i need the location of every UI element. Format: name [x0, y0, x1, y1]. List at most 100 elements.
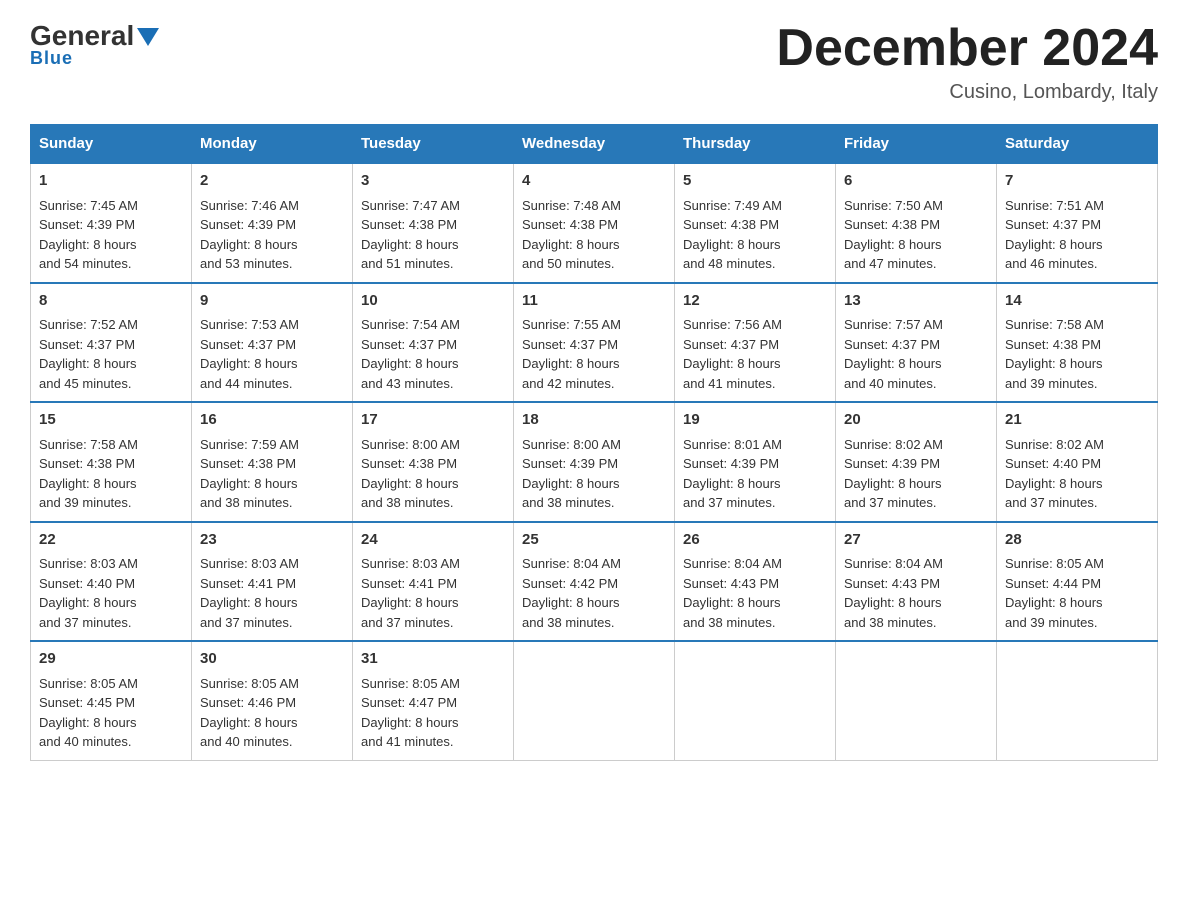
day-info: Sunrise: 8:04 AMSunset: 4:43 PMDaylight:…: [844, 556, 943, 630]
table-row: 29 Sunrise: 8:05 AMSunset: 4:45 PMDaylig…: [31, 641, 192, 760]
day-info: Sunrise: 7:49 AMSunset: 4:38 PMDaylight:…: [683, 198, 782, 272]
table-row: [997, 641, 1158, 760]
table-row: 25 Sunrise: 8:04 AMSunset: 4:42 PMDaylig…: [514, 522, 675, 642]
logo-triangle-icon: [137, 28, 159, 46]
day-info: Sunrise: 7:58 AMSunset: 4:38 PMDaylight:…: [39, 437, 138, 511]
table-row: 14 Sunrise: 7:58 AMSunset: 4:38 PMDaylig…: [997, 283, 1158, 403]
table-row: 5 Sunrise: 7:49 AMSunset: 4:38 PMDayligh…: [675, 163, 836, 283]
table-row: 31 Sunrise: 8:05 AMSunset: 4:47 PMDaylig…: [353, 641, 514, 760]
header-sunday: Sunday: [31, 125, 192, 164]
day-info: Sunrise: 7:51 AMSunset: 4:37 PMDaylight:…: [1005, 198, 1104, 272]
day-info: Sunrise: 8:01 AMSunset: 4:39 PMDaylight:…: [683, 437, 782, 511]
table-row: 16 Sunrise: 7:59 AMSunset: 4:38 PMDaylig…: [192, 402, 353, 522]
table-row: 17 Sunrise: 8:00 AMSunset: 4:38 PMDaylig…: [353, 402, 514, 522]
table-row: 21 Sunrise: 8:02 AMSunset: 4:40 PMDaylig…: [997, 402, 1158, 522]
header-tuesday: Tuesday: [353, 125, 514, 164]
day-info: Sunrise: 7:59 AMSunset: 4:38 PMDaylight:…: [200, 437, 299, 511]
day-info: Sunrise: 8:04 AMSunset: 4:42 PMDaylight:…: [522, 556, 621, 630]
table-row: 22 Sunrise: 8:03 AMSunset: 4:40 PMDaylig…: [31, 522, 192, 642]
table-row: 24 Sunrise: 8:03 AMSunset: 4:41 PMDaylig…: [353, 522, 514, 642]
table-row: 11 Sunrise: 7:55 AMSunset: 4:37 PMDaylig…: [514, 283, 675, 403]
calendar-week-row: 8 Sunrise: 7:52 AMSunset: 4:37 PMDayligh…: [31, 283, 1158, 403]
calendar-week-row: 15 Sunrise: 7:58 AMSunset: 4:38 PMDaylig…: [31, 402, 1158, 522]
table-row: 15 Sunrise: 7:58 AMSunset: 4:38 PMDaylig…: [31, 402, 192, 522]
table-row: 28 Sunrise: 8:05 AMSunset: 4:44 PMDaylig…: [997, 522, 1158, 642]
day-number: 11: [522, 290, 666, 313]
day-info: Sunrise: 8:05 AMSunset: 4:46 PMDaylight:…: [200, 676, 299, 750]
day-info: Sunrise: 8:05 AMSunset: 4:45 PMDaylight:…: [39, 676, 138, 750]
table-row: [675, 641, 836, 760]
day-number: 14: [1005, 290, 1149, 313]
day-number: 28: [1005, 529, 1149, 552]
calendar-week-row: 29 Sunrise: 8:05 AMSunset: 4:45 PMDaylig…: [31, 641, 1158, 760]
table-row: 18 Sunrise: 8:00 AMSunset: 4:39 PMDaylig…: [514, 402, 675, 522]
day-info: Sunrise: 7:54 AMSunset: 4:37 PMDaylight:…: [361, 317, 460, 391]
day-number: 22: [39, 529, 183, 552]
calendar-header-row: Sunday Monday Tuesday Wednesday Thursday…: [31, 125, 1158, 164]
day-number: 31: [361, 648, 505, 671]
day-number: 30: [200, 648, 344, 671]
day-number: 2: [200, 170, 344, 193]
day-info: Sunrise: 8:05 AMSunset: 4:44 PMDaylight:…: [1005, 556, 1104, 630]
logo-blue: Blue: [30, 48, 73, 69]
day-info: Sunrise: 8:02 AMSunset: 4:39 PMDaylight:…: [844, 437, 943, 511]
day-number: 21: [1005, 409, 1149, 432]
table-row: 23 Sunrise: 8:03 AMSunset: 4:41 PMDaylig…: [192, 522, 353, 642]
header-friday: Friday: [836, 125, 997, 164]
day-number: 5: [683, 170, 827, 193]
day-info: Sunrise: 8:03 AMSunset: 4:41 PMDaylight:…: [200, 556, 299, 630]
day-number: 3: [361, 170, 505, 193]
day-info: Sunrise: 7:57 AMSunset: 4:37 PMDaylight:…: [844, 317, 943, 391]
header-thursday: Thursday: [675, 125, 836, 164]
month-year-title: December 2024: [776, 20, 1158, 77]
calendar-table: Sunday Monday Tuesday Wednesday Thursday…: [30, 124, 1158, 761]
header-wednesday: Wednesday: [514, 125, 675, 164]
day-info: Sunrise: 8:00 AMSunset: 4:39 PMDaylight:…: [522, 437, 621, 511]
day-number: 13: [844, 290, 988, 313]
day-info: Sunrise: 7:47 AMSunset: 4:38 PMDaylight:…: [361, 198, 460, 272]
day-number: 25: [522, 529, 666, 552]
day-info: Sunrise: 7:56 AMSunset: 4:37 PMDaylight:…: [683, 317, 782, 391]
day-number: 1: [39, 170, 183, 193]
day-number: 4: [522, 170, 666, 193]
day-info: Sunrise: 8:03 AMSunset: 4:41 PMDaylight:…: [361, 556, 460, 630]
day-number: 26: [683, 529, 827, 552]
table-row: 8 Sunrise: 7:52 AMSunset: 4:37 PMDayligh…: [31, 283, 192, 403]
day-number: 19: [683, 409, 827, 432]
table-row: 10 Sunrise: 7:54 AMSunset: 4:37 PMDaylig…: [353, 283, 514, 403]
day-info: Sunrise: 7:48 AMSunset: 4:38 PMDaylight:…: [522, 198, 621, 272]
title-area: December 2024 Cusino, Lombardy, Italy: [776, 20, 1158, 104]
page-header: General Blue December 2024 Cusino, Lomba…: [30, 20, 1158, 104]
day-number: 29: [39, 648, 183, 671]
table-row: 9 Sunrise: 7:53 AMSunset: 4:37 PMDayligh…: [192, 283, 353, 403]
day-number: 24: [361, 529, 505, 552]
day-info: Sunrise: 7:55 AMSunset: 4:37 PMDaylight:…: [522, 317, 621, 391]
day-number: 27: [844, 529, 988, 552]
table-row: [514, 641, 675, 760]
day-number: 8: [39, 290, 183, 313]
table-row: 4 Sunrise: 7:48 AMSunset: 4:38 PMDayligh…: [514, 163, 675, 283]
day-number: 6: [844, 170, 988, 193]
day-number: 17: [361, 409, 505, 432]
table-row: 27 Sunrise: 8:04 AMSunset: 4:43 PMDaylig…: [836, 522, 997, 642]
day-number: 12: [683, 290, 827, 313]
day-number: 7: [1005, 170, 1149, 193]
calendar-week-row: 1 Sunrise: 7:45 AMSunset: 4:39 PMDayligh…: [31, 163, 1158, 283]
day-number: 15: [39, 409, 183, 432]
day-number: 9: [200, 290, 344, 313]
table-row: 3 Sunrise: 7:47 AMSunset: 4:38 PMDayligh…: [353, 163, 514, 283]
table-row: 30 Sunrise: 8:05 AMSunset: 4:46 PMDaylig…: [192, 641, 353, 760]
day-number: 16: [200, 409, 344, 432]
day-number: 18: [522, 409, 666, 432]
day-info: Sunrise: 8:04 AMSunset: 4:43 PMDaylight:…: [683, 556, 782, 630]
day-number: 20: [844, 409, 988, 432]
table-row: 7 Sunrise: 7:51 AMSunset: 4:37 PMDayligh…: [997, 163, 1158, 283]
day-info: Sunrise: 8:02 AMSunset: 4:40 PMDaylight:…: [1005, 437, 1104, 511]
day-info: Sunrise: 7:52 AMSunset: 4:37 PMDaylight:…: [39, 317, 138, 391]
table-row: 1 Sunrise: 7:45 AMSunset: 4:39 PMDayligh…: [31, 163, 192, 283]
logo: General Blue: [30, 20, 159, 69]
table-row: 26 Sunrise: 8:04 AMSunset: 4:43 PMDaylig…: [675, 522, 836, 642]
day-info: Sunrise: 8:03 AMSunset: 4:40 PMDaylight:…: [39, 556, 138, 630]
table-row: 13 Sunrise: 7:57 AMSunset: 4:37 PMDaylig…: [836, 283, 997, 403]
day-info: Sunrise: 7:53 AMSunset: 4:37 PMDaylight:…: [200, 317, 299, 391]
